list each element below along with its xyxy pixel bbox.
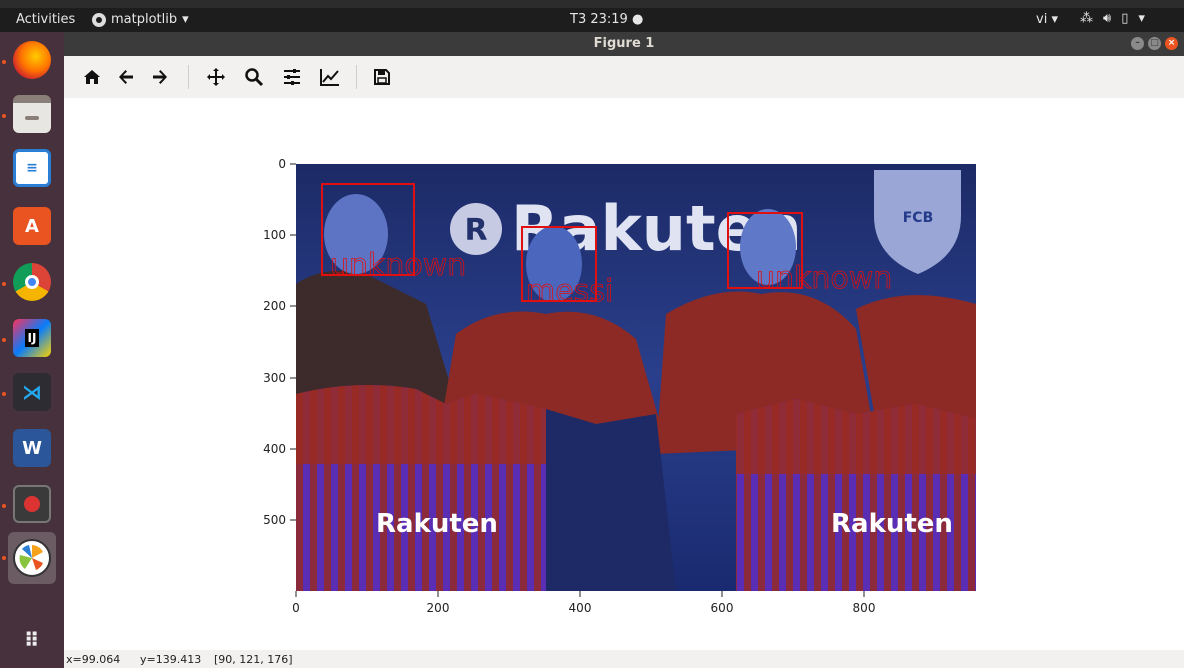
x-tick-label: 800 [853, 601, 876, 615]
writer-icon: ≡ [13, 149, 51, 187]
app-menu-label: matplotlib [111, 12, 178, 27]
x-tick-label: 0 [292, 601, 300, 615]
matplotlib-icon [13, 539, 51, 577]
x-tick-label: 200 [427, 601, 450, 615]
clock-label: T3 23:19 [570, 12, 628, 27]
dock-remote[interactable] [8, 480, 56, 528]
dock-writer[interactable]: ≡ [8, 144, 56, 192]
remote-icon [13, 485, 51, 523]
matplotlib-app-icon [92, 12, 106, 27]
close-button[interactable]: × [1165, 37, 1178, 50]
x-tick-label: 600 [711, 601, 734, 615]
dock-chrome[interactable] [8, 258, 56, 306]
dock: ≡ A IJ ⋊ W ⠿ [0, 32, 64, 668]
toolbar-separator [188, 65, 189, 89]
y-tick-label: 500 [263, 513, 286, 527]
home-button[interactable] [78, 63, 106, 91]
matplotlib-logo-icon [19, 545, 43, 570]
firefox-icon [13, 41, 51, 79]
running-indicator [2, 114, 6, 118]
clock[interactable]: T3 23:19 ● [570, 12, 643, 27]
word-icon: W [13, 429, 51, 467]
edit-axis-button[interactable] [316, 63, 344, 91]
running-indicator [2, 338, 6, 342]
status-bar: x=99.064 y=139.413 [90, 121, 176] [64, 650, 1184, 668]
x-axis: 0 200 400 600 800 [292, 591, 875, 615]
chevron-down-icon: ▾ [182, 12, 189, 27]
system-tray[interactable]: ⁂ 🔊︎ ▯ ▾ [1080, 11, 1145, 26]
save-icon [374, 69, 390, 85]
y-axis: 0 100 200 300 400 500 [263, 157, 296, 527]
window-title: Figure 1 [593, 36, 655, 51]
forward-arrow-icon [153, 70, 167, 84]
intellij-icon: IJ [13, 319, 51, 357]
window-controls: – □ × [1131, 37, 1178, 50]
matplotlib-toolbar [64, 56, 1184, 98]
chrome-icon [13, 263, 51, 301]
cursor-x-readout: x=99.064 [66, 653, 121, 666]
y-tick-label: 200 [263, 299, 286, 313]
app-menu[interactable]: matplotlib ▾ [92, 12, 189, 27]
notification-dot-icon: ● [631, 12, 644, 27]
subplots-icon [284, 69, 300, 85]
y-tick-label: 400 [263, 442, 286, 456]
running-indicator [2, 556, 6, 560]
language-menu[interactable]: vi ▾ [1036, 12, 1058, 27]
network-icon: ⁂ [1080, 11, 1093, 26]
software-icon: A [13, 207, 51, 245]
running-indicator [2, 392, 6, 396]
running-indicator [2, 60, 6, 64]
chevron-down-icon: ▾ [1138, 11, 1145, 26]
dock-matplotlib[interactable] [8, 532, 56, 584]
pan-button[interactable] [202, 63, 230, 91]
x-tick-label: 400 [569, 601, 592, 615]
toolbar-separator [356, 65, 357, 89]
forward-button[interactable] [146, 63, 174, 91]
files-icon [13, 95, 51, 133]
dock-software[interactable]: A [8, 202, 56, 250]
running-indicator [2, 282, 6, 286]
pan-icon [207, 68, 225, 86]
activities-button[interactable]: Activities [16, 12, 75, 27]
y-tick-label: 300 [263, 371, 286, 385]
window-titlebar[interactable]: Figure 1 – □ × [64, 32, 1184, 56]
chevron-down-icon: ▾ [1051, 12, 1058, 27]
dock-files[interactable] [8, 90, 56, 138]
dock-vscode[interactable]: ⋊ [8, 368, 56, 416]
zoom-button[interactable] [240, 63, 268, 91]
edit-axis-icon [320, 69, 339, 86]
y-tick-label: 100 [263, 228, 286, 242]
dock-intellij[interactable]: IJ [8, 314, 56, 362]
volume-icon: 🔊︎ [1103, 11, 1112, 26]
vscode-icon: ⋊ [13, 373, 51, 411]
pixel-value-readout: [90, 121, 176] [214, 653, 293, 666]
home-icon [84, 70, 100, 84]
save-button[interactable] [368, 63, 396, 91]
back-button[interactable] [112, 63, 140, 91]
dock-show-apps[interactable]: ⠿ [8, 616, 56, 664]
dock-firefox[interactable] [8, 36, 56, 84]
running-indicator [2, 504, 6, 508]
language-label: vi [1036, 12, 1048, 27]
minimize-button[interactable]: – [1131, 37, 1144, 50]
axes-ticks: 0 100 200 300 400 500 0 200 400 600 800 [263, 157, 875, 615]
back-arrow-icon [119, 70, 133, 84]
cursor-y-readout: y=139.413 [140, 653, 202, 666]
subplots-button[interactable] [278, 63, 306, 91]
battery-icon: ▯ [1121, 11, 1129, 26]
apps-grid-icon: ⠿ [23, 628, 41, 652]
maximize-button[interactable]: □ [1148, 37, 1161, 50]
dock-word[interactable]: W [8, 424, 56, 472]
zoom-icon [245, 68, 264, 87]
top-bar: Activities matplotlib ▾ T3 23:19 ● vi ▾ … [0, 8, 1184, 32]
y-tick-label: 0 [278, 157, 286, 171]
